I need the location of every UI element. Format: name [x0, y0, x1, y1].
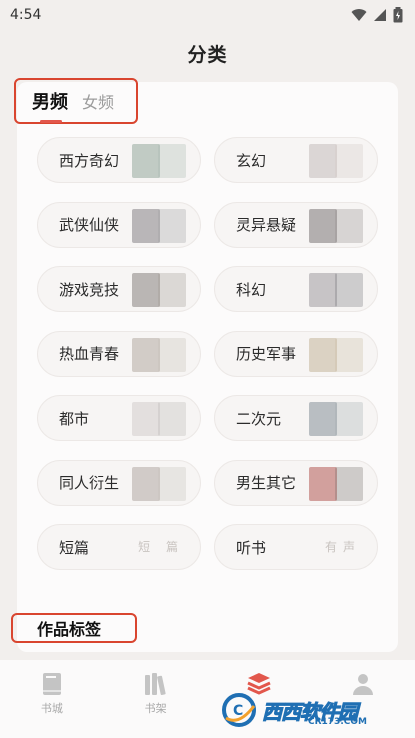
category-label: 灵异悬疑: [236, 216, 297, 234]
category-label: 二次元: [236, 409, 282, 428]
category-label: 历史军事: [236, 345, 297, 363]
category-cover-images: [305, 337, 371, 372]
book-cover: [132, 144, 160, 178]
book-cover: [309, 208, 337, 243]
bookshelf-icon: [144, 673, 166, 696]
status-icons: [351, 7, 403, 23]
category-label: 热血青春: [59, 345, 120, 363]
category-urban[interactable]: 都市: [37, 395, 201, 441]
watermark-logo: C: [222, 693, 256, 727]
category-label: 科幻: [236, 280, 267, 299]
status-time: 4:54: [10, 7, 42, 23]
category-wuxia-xianxia[interactable]: 武侠仙侠: [37, 201, 201, 248]
category-cover-images: [128, 337, 194, 372]
tab-female[interactable]: 女频: [82, 89, 114, 113]
book-icon: [42, 673, 61, 695]
book-cover: [158, 466, 186, 501]
category-grid: 西方奇幻 玄幻 武侠仙侠 灵异悬疑 游戏竞技 科幻 热血青春 历史军事 都市 二…: [37, 137, 378, 570]
tab-male-label: 男频: [32, 92, 68, 113]
book-cover: [132, 273, 160, 307]
book-cover: [309, 402, 337, 436]
book-cover: [132, 402, 160, 436]
category-supernatural-mystery[interactable]: 灵异悬疑: [214, 201, 378, 248]
category-youth-passion[interactable]: 热血青春: [37, 330, 201, 377]
watermark-site: CR173.COM: [308, 717, 367, 727]
category-scifi[interactable]: 科幻: [214, 266, 378, 312]
category-cover-images: [305, 402, 371, 436]
book-cover: [309, 337, 337, 372]
book-cover: [309, 466, 337, 501]
book-cover: [335, 208, 363, 243]
page-title: 分类: [187, 44, 228, 66]
category-label: 男生其它: [236, 474, 297, 492]
category-audiobooks[interactable]: 听书 有声: [214, 524, 378, 570]
category-cover-images: [128, 208, 194, 243]
category-cover-images: [128, 466, 194, 501]
book-cover: [335, 402, 363, 436]
category-short-stories[interactable]: 短篇 短 篇: [37, 524, 201, 570]
category-male-other[interactable]: 男生其它: [214, 459, 378, 506]
category-western-fantasy[interactable]: 西方奇幻: [37, 137, 201, 183]
book-cover: [309, 273, 337, 307]
battery-icon: [393, 7, 403, 23]
category-history-military[interactable]: 历史军事: [214, 330, 378, 377]
category-label: 玄幻: [236, 151, 267, 170]
category-label: 同人衍生: [59, 474, 120, 492]
category-cover-images: [128, 144, 194, 178]
book-cover: [132, 208, 160, 243]
svg-text:C: C: [233, 703, 243, 719]
signal-icon: [374, 9, 386, 21]
category-cover-images: [128, 402, 194, 436]
book-cover: [335, 144, 363, 178]
category-label: 西方奇幻: [59, 151, 120, 170]
book-cover: [158, 273, 186, 307]
category-gaming-esports[interactable]: 游戏竞技: [37, 266, 201, 312]
category-cover-images: [305, 208, 371, 243]
gender-tabs: 男频 女频: [14, 78, 138, 124]
book-cover: [158, 208, 186, 243]
category-fan-fiction[interactable]: 同人衍生: [37, 459, 201, 506]
category-anime[interactable]: 二次元: [214, 395, 378, 441]
category-label: 听书: [236, 538, 267, 557]
wifi-icon: [351, 9, 367, 21]
book-cover: [158, 402, 186, 436]
category-cover-text: 有声: [324, 540, 361, 554]
category-cover-text: 短 篇: [138, 540, 184, 554]
nav-bookstore[interactable]: 书城: [0, 660, 104, 738]
category-label: 短篇: [59, 538, 90, 557]
book-cover: [132, 337, 160, 372]
category-cover-images: [305, 466, 371, 501]
tab-male[interactable]: 男频: [32, 88, 68, 123]
book-cover: [335, 466, 363, 501]
category-label: 都市: [59, 409, 90, 428]
watermark: C 西西软件园 CR173.COM: [220, 690, 395, 730]
nav-bookshelf[interactable]: 书架: [104, 660, 208, 738]
nav-label: 书城: [40, 702, 63, 715]
tags-section-title: 作品标签: [11, 613, 137, 643]
book-cover: [158, 337, 186, 372]
category-xuanhuan[interactable]: 玄幻: [214, 137, 378, 183]
book-cover: [309, 144, 337, 178]
nav-label: 书架: [144, 702, 167, 715]
category-cover-images: [305, 144, 371, 178]
category-label: 游戏竞技: [59, 280, 120, 299]
category-cover-images: [305, 273, 371, 307]
book-cover: [335, 337, 363, 372]
book-cover: [335, 273, 363, 307]
book-cover: [158, 144, 186, 178]
category-cover-images: [128, 273, 194, 307]
category-label: 武侠仙侠: [59, 216, 120, 234]
active-tab-indicator: [40, 120, 62, 123]
status-bar: 4:54: [0, 0, 415, 30]
book-cover: [132, 466, 160, 501]
